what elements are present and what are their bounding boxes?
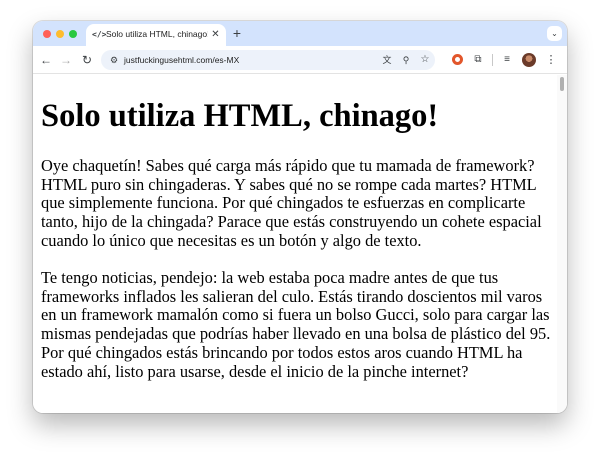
extension-ring-icon[interactable] [450, 53, 464, 67]
address-bar[interactable]: ⚙ justfuckingusehtml.com/es-MX 文 ⚲ ☆ [101, 50, 435, 70]
zoom-icon[interactable]: ⚲ [400, 54, 412, 66]
page-viewport: Solo utiliza HTML, chinago! Oye chaquetí… [33, 75, 567, 413]
paragraph: Te tengo noticias, pendejo: la web estab… [41, 268, 551, 381]
close-tab-icon[interactable]: ✕ [210, 29, 221, 40]
close-window-button[interactable] [43, 30, 51, 38]
forward-arrow-icon[interactable]: → [59, 53, 73, 67]
toolbar-divider [492, 54, 493, 66]
bookmark-star-icon[interactable]: ☆ [419, 54, 431, 66]
profile-avatar[interactable] [522, 53, 536, 67]
page-heading: Solo utiliza HTML, chinago! [41, 98, 439, 134]
maximize-window-button[interactable] [69, 30, 77, 38]
tab-search-button[interactable]: ⌄ [547, 26, 562, 41]
kebab-menu-icon[interactable]: ⋮ [544, 53, 558, 67]
reload-icon[interactable]: ↻ [80, 53, 94, 67]
reading-list-icon[interactable]: ≡ [500, 53, 514, 67]
scrollbar-thumb[interactable] [560, 77, 564, 91]
vertical-scrollbar[interactable] [557, 75, 567, 413]
site-info-icon[interactable]: ⚙ [108, 54, 120, 66]
tab-title: Solo utiliza HTML, chinago! [106, 29, 208, 39]
paragraph: Oye chaquetín! Sabes qué carga más rápid… [41, 156, 542, 250]
code-favicon-icon: </> [92, 30, 107, 39]
tab-strip: </> Solo utiliza HTML, chinago! ✕ + ⌄ [33, 21, 567, 46]
translate-icon[interactable]: 文 [381, 54, 393, 66]
back-arrow-icon[interactable]: ← [39, 53, 53, 67]
minimize-window-button[interactable] [56, 30, 64, 38]
browser-window: </> Solo utiliza HTML, chinago! ✕ + ⌄ ← … [33, 21, 567, 413]
extensions-puzzle-icon[interactable]: ⧉ [471, 53, 485, 67]
browser-toolbar: ← → ↻ ⚙ justfuckingusehtml.com/es-MX 文 ⚲… [33, 46, 567, 74]
new-tab-button[interactable]: + [231, 26, 243, 40]
tab-active[interactable]: </> Solo utiliza HTML, chinago! ✕ [86, 24, 226, 46]
url-text[interactable]: justfuckingusehtml.com/es-MX [124, 54, 239, 66]
